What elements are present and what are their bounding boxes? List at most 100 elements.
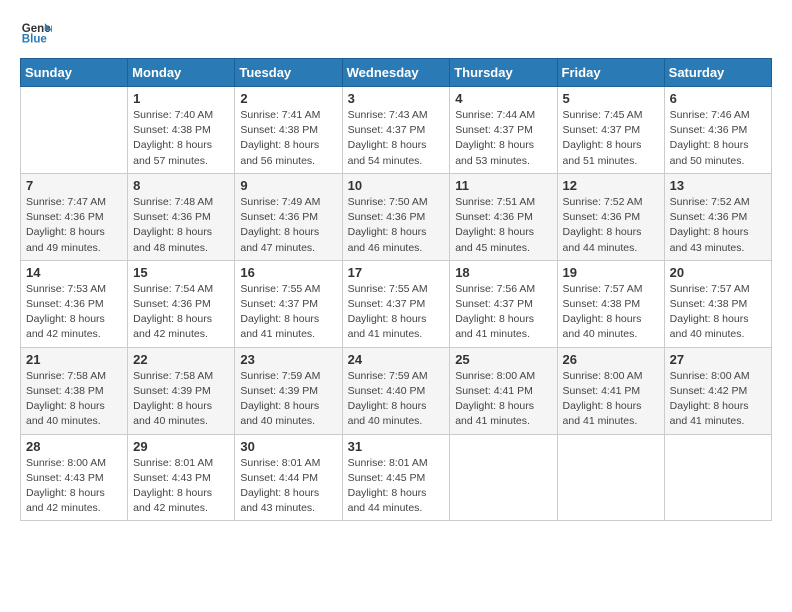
day-header-friday: Friday [557, 59, 664, 87]
day-number: 21 [26, 352, 122, 367]
day-number: 31 [348, 439, 445, 454]
day-info: Sunrise: 8:00 AM Sunset: 4:42 PM Dayligh… [670, 369, 766, 430]
calendar-cell: 27Sunrise: 8:00 AM Sunset: 4:42 PM Dayli… [664, 347, 771, 434]
calendar-cell: 16 Sunrise: 7:55 AM Sunset: 4:37 PM Dayli… [235, 260, 342, 347]
day-number: 22 [133, 352, 229, 367]
calendar-cell: 10 Sunrise: 7:50 AM Sunset: 4:36 PM Dayli… [342, 173, 450, 260]
calendar-cell: 4 Sunrise: 7:44 AM Sunset: 4:37 PM Daylig… [450, 87, 557, 174]
day-info: Sunrise: 7:52 AM Sunset: 4:36 PM Dayligh… [670, 195, 766, 256]
day-info: Sunrise: 7:47 AM Sunset: 4:36 PM Dayligh… [26, 195, 122, 256]
day-info: Sunrise: 7:59 AM Sunset: 4:40 PM Dayligh… [348, 369, 445, 430]
calendar-cell: 25 Sunrise: 8:00 AM Sunset: 4:41 PM Dayli… [450, 347, 557, 434]
calendar-cell: 21 Sunrise: 7:58 AM Sunset: 4:38 PM Dayli… [21, 347, 128, 434]
calendar-cell: 5Sunrise: 7:45 AM Sunset: 4:37 PM Daylig… [557, 87, 664, 174]
calendar-cell: 3Sunrise: 7:43 AM Sunset: 4:37 PM Daylig… [342, 87, 450, 174]
calendar-week-4: 21 Sunrise: 7:58 AM Sunset: 4:38 PM Dayli… [21, 347, 772, 434]
day-header-monday: Monday [128, 59, 235, 87]
calendar-cell: 18 Sunrise: 7:56 AM Sunset: 4:37 PM Dayli… [450, 260, 557, 347]
calendar-cell [664, 434, 771, 521]
day-number: 11 [455, 178, 551, 193]
day-info: Sunrise: 7:55 AM Sunset: 4:37 PM Dayligh… [240, 282, 336, 343]
day-info: Sunrise: 7:45 AM Sunset: 4:37 PM Dayligh… [563, 108, 659, 169]
day-number: 1 [133, 91, 229, 106]
logo-icon: General Blue [20, 16, 52, 48]
day-header-tuesday: Tuesday [235, 59, 342, 87]
calendar-cell: 2 Sunrise: 7:41 AM Sunset: 4:38 PM Daylig… [235, 87, 342, 174]
day-info: Sunrise: 7:48 AM Sunset: 4:36 PM Dayligh… [133, 195, 229, 256]
calendar-cell: 15 Sunrise: 7:54 AM Sunset: 4:36 PM Dayli… [128, 260, 235, 347]
day-info: Sunrise: 8:01 AM Sunset: 4:43 PM Dayligh… [133, 456, 229, 517]
day-info: Sunrise: 7:56 AM Sunset: 4:37 PM Dayligh… [455, 282, 551, 343]
calendar-cell: 24 Sunrise: 7:59 AM Sunset: 4:40 PM Dayli… [342, 347, 450, 434]
day-header-thursday: Thursday [450, 59, 557, 87]
day-number: 12 [563, 178, 659, 193]
day-info: Sunrise: 7:59 AM Sunset: 4:39 PM Dayligh… [240, 369, 336, 430]
day-info: Sunrise: 7:46 AM Sunset: 4:36 PM Dayligh… [670, 108, 766, 169]
calendar-cell: 1 Sunrise: 7:40 AM Sunset: 4:38 PM Daylig… [128, 87, 235, 174]
day-number: 17 [348, 265, 445, 280]
day-info: Sunrise: 7:57 AM Sunset: 4:38 PM Dayligh… [670, 282, 766, 343]
day-header-wednesday: Wednesday [342, 59, 450, 87]
day-number: 30 [240, 439, 336, 454]
calendar-header-row: SundayMondayTuesdayWednesdayThursdayFrid… [21, 59, 772, 87]
day-number: 4 [455, 91, 551, 106]
day-number: 28 [26, 439, 122, 454]
day-info: Sunrise: 7:58 AM Sunset: 4:38 PM Dayligh… [26, 369, 122, 430]
calendar-cell: 11 Sunrise: 7:51 AM Sunset: 4:36 PM Dayli… [450, 173, 557, 260]
day-number: 3 [348, 91, 445, 106]
day-number: 10 [348, 178, 445, 193]
day-number: 14 [26, 265, 122, 280]
day-info: Sunrise: 7:50 AM Sunset: 4:36 PM Dayligh… [348, 195, 445, 256]
calendar-cell: 20Sunrise: 7:57 AM Sunset: 4:38 PM Dayli… [664, 260, 771, 347]
calendar-cell: 6 Sunrise: 7:46 AM Sunset: 4:36 PM Daylig… [664, 87, 771, 174]
day-number: 15 [133, 265, 229, 280]
calendar-cell: 28 Sunrise: 8:00 AM Sunset: 4:43 PM Dayli… [21, 434, 128, 521]
day-info: Sunrise: 8:00 AM Sunset: 4:43 PM Dayligh… [26, 456, 122, 517]
day-info: Sunrise: 7:41 AM Sunset: 4:38 PM Dayligh… [240, 108, 336, 169]
calendar-cell: 29 Sunrise: 8:01 AM Sunset: 4:43 PM Dayli… [128, 434, 235, 521]
day-info: Sunrise: 7:40 AM Sunset: 4:38 PM Dayligh… [133, 108, 229, 169]
calendar-week-5: 28 Sunrise: 8:00 AM Sunset: 4:43 PM Dayli… [21, 434, 772, 521]
day-header-sunday: Sunday [21, 59, 128, 87]
calendar-cell: 9Sunrise: 7:49 AM Sunset: 4:36 PM Daylig… [235, 173, 342, 260]
day-info: Sunrise: 7:51 AM Sunset: 4:36 PM Dayligh… [455, 195, 551, 256]
day-info: Sunrise: 8:01 AM Sunset: 4:44 PM Dayligh… [240, 456, 336, 517]
day-number: 7 [26, 178, 122, 193]
day-info: Sunrise: 7:57 AM Sunset: 4:38 PM Dayligh… [563, 282, 659, 343]
day-info: Sunrise: 8:00 AM Sunset: 4:41 PM Dayligh… [563, 369, 659, 430]
day-info: Sunrise: 7:55 AM Sunset: 4:37 PM Dayligh… [348, 282, 445, 343]
calendar-cell: 7 Sunrise: 7:47 AM Sunset: 4:36 PM Daylig… [21, 173, 128, 260]
day-number: 2 [240, 91, 336, 106]
calendar-week-1: 1 Sunrise: 7:40 AM Sunset: 4:38 PM Daylig… [21, 87, 772, 174]
day-number: 18 [455, 265, 551, 280]
day-info: Sunrise: 7:53 AM Sunset: 4:36 PM Dayligh… [26, 282, 122, 343]
day-number: 24 [348, 352, 445, 367]
day-number: 29 [133, 439, 229, 454]
calendar-week-3: 14 Sunrise: 7:53 AM Sunset: 4:36 PM Dayli… [21, 260, 772, 347]
calendar-cell: 23 Sunrise: 7:59 AM Sunset: 4:39 PM Dayli… [235, 347, 342, 434]
calendar-cell [557, 434, 664, 521]
day-info: Sunrise: 7:52 AM Sunset: 4:36 PM Dayligh… [563, 195, 659, 256]
day-info: Sunrise: 7:54 AM Sunset: 4:36 PM Dayligh… [133, 282, 229, 343]
calendar-cell: 13Sunrise: 7:52 AM Sunset: 4:36 PM Dayli… [664, 173, 771, 260]
calendar-cell: 17 Sunrise: 7:55 AM Sunset: 4:37 PM Dayli… [342, 260, 450, 347]
day-number: 16 [240, 265, 336, 280]
logo: General Blue [20, 16, 52, 48]
day-info: Sunrise: 7:49 AM Sunset: 4:36 PM Dayligh… [240, 195, 336, 256]
calendar-cell [21, 87, 128, 174]
day-number: 19 [563, 265, 659, 280]
calendar-cell: 19 Sunrise: 7:57 AM Sunset: 4:38 PM Dayli… [557, 260, 664, 347]
day-info: Sunrise: 7:44 AM Sunset: 4:37 PM Dayligh… [455, 108, 551, 169]
calendar-table: SundayMondayTuesdayWednesdayThursdayFrid… [20, 58, 772, 521]
day-info: Sunrise: 8:00 AM Sunset: 4:41 PM Dayligh… [455, 369, 551, 430]
calendar-cell [450, 434, 557, 521]
calendar-cell: 14 Sunrise: 7:53 AM Sunset: 4:36 PM Dayli… [21, 260, 128, 347]
svg-text:Blue: Blue [22, 34, 48, 46]
day-number: 6 [670, 91, 766, 106]
calendar-cell: 8Sunrise: 7:48 AM Sunset: 4:36 PM Daylig… [128, 173, 235, 260]
calendar-cell: 12 Sunrise: 7:52 AM Sunset: 4:36 PM Dayli… [557, 173, 664, 260]
day-info: Sunrise: 8:01 AM Sunset: 4:45 PM Dayligh… [348, 456, 445, 517]
day-number: 25 [455, 352, 551, 367]
day-number: 23 [240, 352, 336, 367]
day-header-saturday: Saturday [664, 59, 771, 87]
